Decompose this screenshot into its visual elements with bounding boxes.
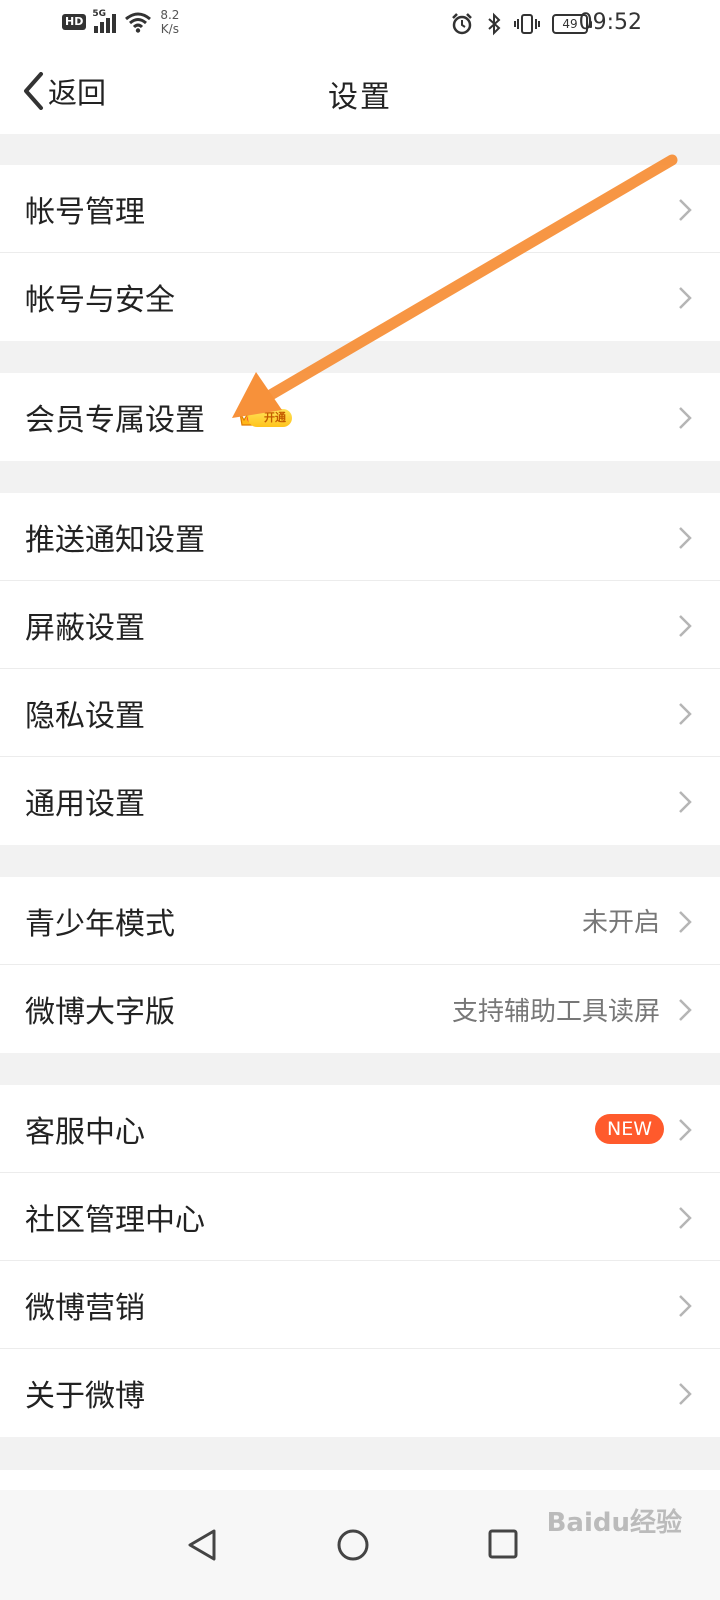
settings-item-label: 社区管理中心 [25,1202,205,1238]
chevron-right-icon [679,1119,692,1141]
settings-group-partial [0,1470,720,1490]
settings-item-block-settings[interactable]: 屏蔽设置 [0,581,720,669]
chevron-right-icon [679,287,692,309]
settings-item-label: 通用设置 [25,787,145,822]
speed-unit: K/s [160,22,179,36]
speed-value: 8.2 [160,8,180,22]
settings-item-label: 微博营销 [25,1290,145,1326]
chevron-right-icon [679,1383,692,1405]
settings-item-label: 帐号管理 [25,194,145,230]
vip-activate-badge[interactable]: 开通 [238,407,292,429]
settings-item-label: 帐号与安全 [25,283,175,318]
bluetooth-icon [488,12,501,36]
network-speed: 8.2 K/s [160,8,179,36]
baidu-watermark: Baidu经验 [546,1508,682,1538]
settings-item-about-weibo[interactable]: 关于微博 [0,1349,720,1437]
chevron-right-icon [679,999,692,1021]
navigation-bar: 返回 设置 [0,50,720,134]
chevron-right-icon [679,791,692,813]
teen-mode-status: 未开启 [581,908,660,938]
settings-group-support: 客服中心 NEW 社区管理中心 微博营销 关于微博 [0,1085,720,1437]
settings-item-community-management[interactable]: 社区管理中心 [0,1173,720,1261]
status-time: 09:52 [578,10,642,35]
settings-item-general[interactable]: 通用设置 [0,757,720,845]
settings-item-label: 屏蔽设置 [25,610,145,646]
hd-voice-icon: HD [62,14,87,30]
settings-item-label: 推送通知设置 [25,522,205,558]
vibrate-icon [514,14,540,34]
settings-item-label: 青少年模式 [25,906,175,942]
network-type-label: 5G [92,9,106,19]
settings-item-vip-settings[interactable]: 会员专属设置 开通 [0,373,720,461]
chevron-right-icon [679,615,692,637]
recents-square-icon[interactable] [487,1528,519,1560]
vip-badge-label: 开通 [248,409,292,427]
settings-group-vip: 会员专属设置 开通 [0,373,720,461]
settings-group-general: 推送通知设置 屏蔽设置 隐私设置 通用设置 [0,493,720,845]
settings-item-label: 关于微博 [25,1379,145,1414]
large-font-description: 支持辅助工具读屏 [451,996,660,1027]
chevron-right-icon [679,527,692,549]
settings-item-teen-mode[interactable]: 青少年模式 未开启 [0,877,720,965]
wifi-icon [125,12,152,33]
settings-item-label: 会员专属设置 [25,403,205,438]
home-circle-icon[interactable] [336,1528,370,1562]
settings-item-label: 客服中心 [25,1114,145,1150]
settings-item-label: 微博大字版 [25,995,175,1030]
settings-item-customer-service[interactable]: 客服中心 NEW [0,1085,720,1173]
chevron-right-icon [679,1207,692,1229]
chevron-right-icon [679,1295,692,1317]
status-bar: HD 5G 8.2 K/s 49 09:52 [0,0,720,50]
chevron-right-icon [679,911,692,933]
status-left: HD 5G 8.2 K/s [62,8,179,36]
chevron-right-icon [679,407,692,429]
system-navigation-bar: Baidu经验 [0,1490,720,1600]
chevron-right-icon [679,703,692,725]
back-triangle-icon[interactable] [186,1528,218,1562]
alarm-icon [452,13,472,35]
cellular-signal-icon: 5G [92,9,117,33]
new-badge: NEW [594,1114,664,1144]
status-right-icons: 49 [450,12,592,36]
chevron-right-icon [679,199,692,221]
page-title: 设置 [328,80,392,115]
settings-item-push-notifications[interactable]: 推送通知设置 [0,493,720,581]
settings-item-account-security[interactable]: 帐号与安全 [0,253,720,341]
settings-item-large-font-version[interactable]: 微博大字版 支持辅助工具读屏 [0,965,720,1053]
settings-item-account-management[interactable]: 帐号管理 [0,165,720,253]
settings-group-modes: 青少年模式 未开启 微博大字版 支持辅助工具读屏 [0,877,720,1053]
settings-item-privacy[interactable]: 隐私设置 [0,669,720,757]
settings-group-account: 帐号管理 帐号与安全 [0,165,720,341]
settings-item-weibo-marketing[interactable]: 微博营销 [0,1261,720,1349]
settings-item-label: 隐私设置 [25,698,145,734]
